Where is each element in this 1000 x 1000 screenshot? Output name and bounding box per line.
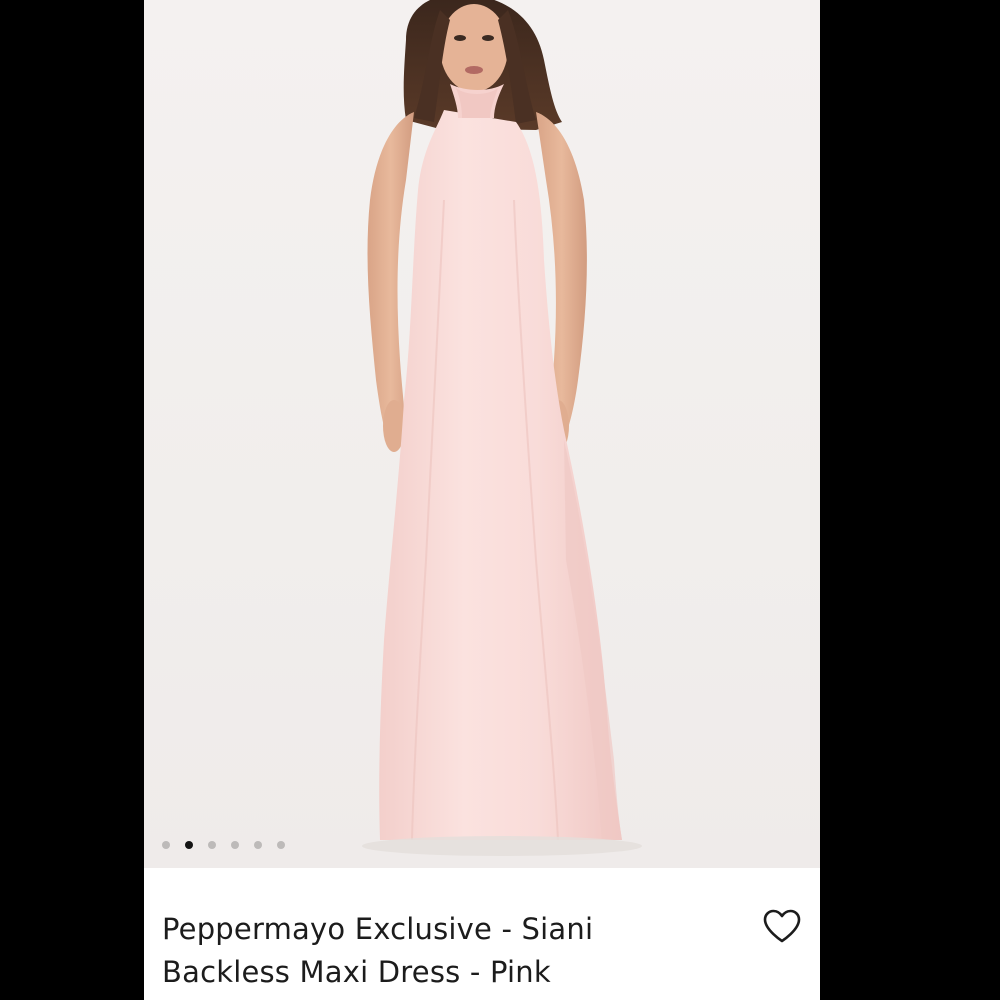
pager-dot[interactable] [277,841,285,849]
product-info: Peppermayo Exclusive - Siani Backless Ma… [144,868,820,1000]
wishlist-button[interactable] [760,904,804,948]
image-pager-dots[interactable] [162,838,285,852]
pager-dot-active[interactable] [185,841,193,849]
product-title-line-2: Backless Maxi Dress - Pink [162,955,551,989]
product-title-line-1: Peppermayo Exclusive - Siani [162,912,594,946]
pager-dot[interactable] [231,841,239,849]
product-title[interactable]: Peppermayo Exclusive - Siani Backless Ma… [162,908,722,994]
pager-dot[interactable] [254,841,262,849]
pager-dot[interactable] [162,841,170,849]
screen-frame: Peppermayo Exclusive - Siani Backless Ma… [0,0,1000,1000]
product-image-gallery[interactable] [144,0,820,868]
product-photo [362,0,642,856]
pager-dot[interactable] [208,841,216,849]
heart-outline-icon [763,909,801,943]
product-page: Peppermayo Exclusive - Siani Backless Ma… [144,0,820,1000]
